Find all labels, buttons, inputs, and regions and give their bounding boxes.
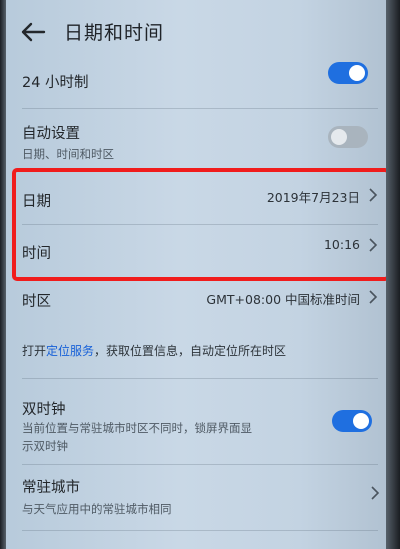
header: 日期和时间 [0, 0, 400, 62]
setting-timezone[interactable]: 时区 GMT+08:00 中国标准时间 [20, 288, 382, 316]
setting-dual-clock-sub-2: 示双时钟 [22, 439, 68, 453]
setting-timezone-value: GMT+08:00 中国标准时间 [206, 292, 360, 307]
divider [22, 530, 378, 531]
toggle-knob [349, 65, 365, 81]
phone-bezel-right [386, 0, 400, 549]
setting-home-city-label: 常驻城市 [22, 480, 80, 496]
setting-24-hour-label: 24 小时制 [22, 75, 89, 91]
location-service-link[interactable]: 定位服务 [46, 344, 94, 358]
dual-clock-toggle[interactable] [332, 410, 372, 432]
setting-24-hour[interactable]: 24 小时制 [20, 62, 382, 100]
arrow-left-icon[interactable] [20, 22, 46, 42]
setting-timezone-label: 时区 [22, 294, 51, 310]
setting-dual-clock-label: 双时钟 [22, 402, 66, 418]
location-hint-prefix: 打开 [22, 344, 47, 358]
chevron-right-icon [369, 290, 378, 304]
toggle-knob [353, 413, 369, 429]
toggle-knob [331, 129, 347, 145]
date-time-highlight-box [12, 168, 390, 281]
divider [22, 108, 378, 109]
chevron-right-icon [371, 486, 380, 500]
location-hint-suffix: ，获取位置信息，自动定位所在时区 [94, 344, 287, 358]
page-title: 日期和时间 [64, 22, 165, 44]
location-hint: 打开定位服务，获取位置信息，自动定位所在时区 [20, 342, 382, 362]
phone-bezel-left [0, 0, 6, 549]
setting-auto[interactable]: 自动设置 日期、时间和时区 [20, 118, 382, 166]
setting-home-city[interactable]: 常驻城市 与天气应用中的常驻城市相同 [20, 474, 382, 518]
divider [22, 464, 378, 465]
location-hint-text: 打开定位服务，获取位置信息，自动定位所在时区 [22, 342, 286, 359]
setting-home-city-sub: 与天气应用中的常驻城市相同 [22, 502, 172, 516]
divider [22, 378, 378, 379]
setting-dual-clock[interactable]: 双时钟 当前位置与常驻城市时区不同时，锁屏界面显 示双时钟 [20, 396, 382, 456]
24-hour-toggle[interactable] [328, 62, 368, 84]
setting-auto-sub: 日期、时间和时区 [22, 147, 114, 161]
auto-set-toggle[interactable] [328, 126, 368, 148]
setting-auto-label: 自动设置 [22, 126, 80, 142]
setting-dual-clock-sub-1: 当前位置与常驻城市时区不同时，锁屏界面显 [22, 421, 252, 435]
settings-screen: 日期和时间 24 小时制 自动设置 日期、时间和时区 日期 2019年7月23日… [0, 0, 400, 549]
